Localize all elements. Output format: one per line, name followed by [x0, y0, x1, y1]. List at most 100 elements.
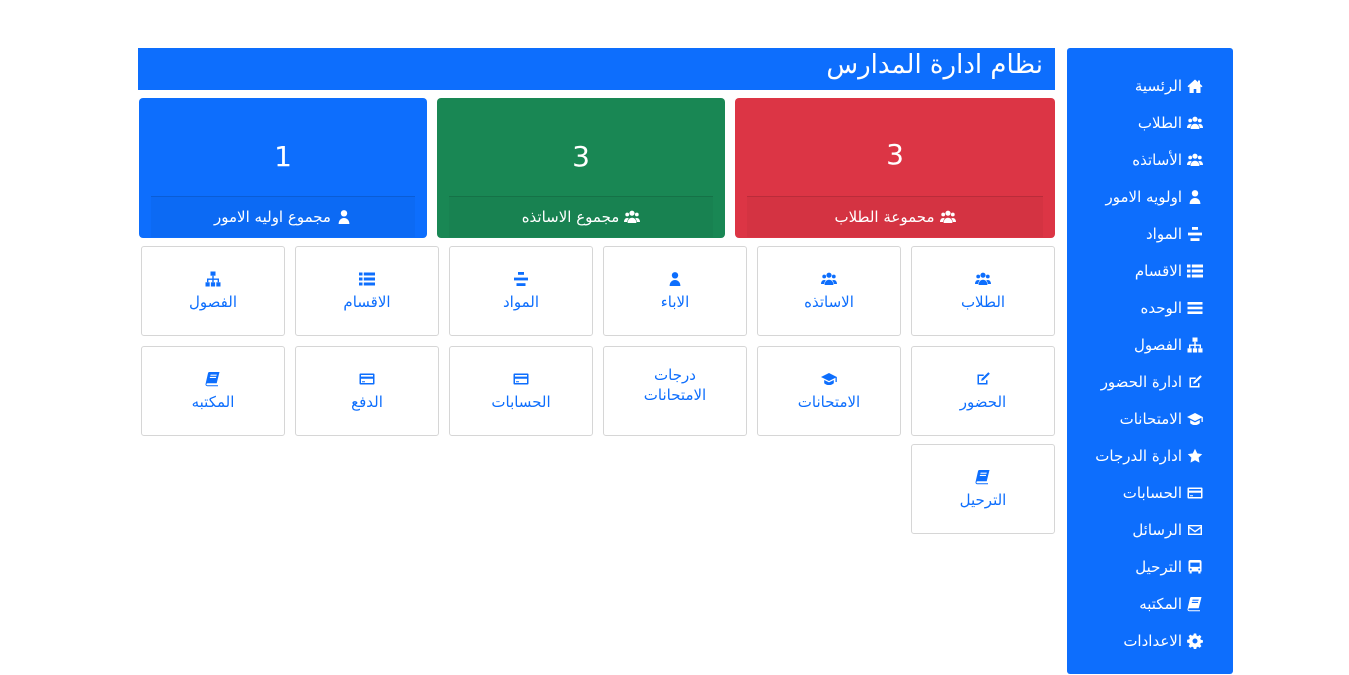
tile-label: الاقسام — [343, 292, 391, 311]
sidebar-item-label: المكتبه — [1139, 594, 1182, 613]
sidebar-item-label: الرئسية — [1134, 76, 1182, 95]
credit-card-icon — [359, 371, 375, 387]
tile-exams[interactable]: الامتحانات — [757, 346, 901, 436]
tile-parents[interactable]: الاباء — [603, 246, 747, 336]
tile-exam-grades[interactable]: درجات الامتحانات — [603, 346, 747, 436]
stat-card-footer: مجموع اوليه الامور — [151, 196, 415, 237]
tile-label: الفصول — [189, 292, 237, 311]
sidebar-item-transport[interactable]: الترحيل — [1067, 548, 1233, 585]
sidebar-item-teachers[interactable]: الأساتذه — [1067, 141, 1233, 178]
user-icon — [336, 209, 352, 225]
sidebar-item-label: الامتحانات — [1119, 409, 1182, 428]
gear-icon — [1187, 633, 1203, 649]
parents-stat-card: 1 مجموع اوليه الامور — [139, 98, 427, 238]
tile-label: المواد — [502, 292, 539, 311]
credit-card-icon — [513, 371, 529, 387]
sidebar-item-students[interactable]: الطلاب — [1067, 104, 1233, 141]
sidebar-item-settings[interactable]: الاعدادات — [1067, 622, 1233, 659]
sidebar-item-label: ادارة الدرجات — [1095, 446, 1182, 465]
tile-payment[interactable]: الدفع — [295, 346, 439, 436]
tile-classes[interactable]: الفصول — [141, 246, 285, 336]
sidebar-item-parents[interactable]: اولويه الامور — [1067, 178, 1233, 215]
bus-icon — [1187, 559, 1203, 575]
sidebar-item-library[interactable]: المكتبه — [1067, 585, 1233, 622]
stat-card-footer: مجموع الاساتذه — [449, 196, 713, 237]
graduation-cap-icon — [821, 371, 837, 387]
users-icon — [1187, 152, 1203, 168]
students-stat-card: 3 محموعة الطلاب — [735, 98, 1055, 238]
list-icon — [1187, 263, 1203, 279]
tile-library[interactable]: المكتبه — [141, 346, 285, 436]
user-icon — [1187, 189, 1203, 205]
tile-subjects[interactable]: المواد — [449, 246, 593, 336]
sidebar-item-subjects[interactable]: المواد — [1067, 215, 1233, 252]
tile-label: الدفع — [351, 392, 383, 411]
sitemap-icon — [1187, 337, 1203, 353]
tile-label: المكتبه — [191, 392, 235, 411]
sidebar-item-label: الترحيل — [1135, 557, 1182, 576]
book-icon — [1187, 596, 1203, 612]
tile-label: الترحيل — [959, 490, 1007, 509]
bars-icon — [1187, 300, 1203, 316]
graduation-cap-icon — [1187, 411, 1203, 427]
teachers-stat-card: 3 مجموع الاساتذه — [437, 98, 725, 238]
sidebar-item-label: الأساتذه — [1132, 150, 1182, 169]
sidebar-item-departments[interactable]: الاقسام — [1067, 252, 1233, 289]
subjects-icon — [1187, 226, 1203, 242]
page-header: نظام ادارة المدارس — [138, 48, 1055, 90]
user-icon — [667, 271, 683, 287]
stat-card-footer: محموعة الطلاب — [747, 196, 1043, 237]
tile-transport[interactable]: الترحيل — [911, 444, 1055, 534]
stat-card-label: مجموع اوليه الامور — [214, 208, 331, 226]
tile-label: الاباء — [660, 292, 690, 311]
sidebar-item-exams[interactable]: الامتحانات — [1067, 400, 1233, 437]
students-count: 3 — [886, 138, 904, 171]
stat-card-label: مجموع الاساتذه — [521, 208, 620, 226]
tile-accounts[interactable]: الحسابات — [449, 346, 593, 436]
envelope-icon — [1187, 522, 1203, 538]
users-icon — [821, 271, 837, 287]
sidebar-item-label: الفصول — [1134, 335, 1182, 354]
sitemap-icon — [205, 271, 221, 287]
tile-label: الحضور — [959, 392, 1007, 411]
star-icon — [1187, 448, 1203, 464]
users-icon — [624, 209, 640, 225]
sidebar-item-label: الاعدادات — [1123, 631, 1182, 650]
tile-departments[interactable]: الاقسام — [295, 246, 439, 336]
sidebar-item-attendance[interactable]: ادارة الحضور — [1067, 363, 1233, 400]
edit-icon — [1187, 374, 1203, 390]
teachers-count: 3 — [572, 140, 590, 173]
tile-label: الطلاب — [960, 292, 1006, 311]
sidebar-item-label: اولويه الامور — [1105, 187, 1182, 206]
book-icon — [205, 371, 221, 387]
tile-label: الحسابات — [491, 392, 551, 411]
tile-label: درجات الامتحانات — [643, 366, 707, 404]
sidebar-item-grades[interactable]: ادارة الدرجات — [1067, 437, 1233, 474]
credit-card-icon — [1187, 485, 1203, 501]
sidebar-item-label: الحسابات — [1122, 483, 1182, 502]
home-icon — [1187, 78, 1203, 94]
book-icon — [975, 469, 991, 485]
sidebar-item-label: الرسائل — [1132, 520, 1182, 539]
edit-icon — [975, 371, 991, 387]
sidebar-item-label: الوحده — [1140, 298, 1183, 317]
list-icon — [359, 271, 375, 287]
sidebar-item-classes[interactable]: الفصول — [1067, 326, 1233, 363]
sidebar-item-label: المواد — [1145, 224, 1182, 243]
users-icon — [940, 209, 956, 225]
sidebar-item-label: ادارة الحضور — [1100, 372, 1182, 391]
page-title: نظام ادارة المدارس — [826, 50, 1043, 80]
tile-students[interactable]: الطلاب — [911, 246, 1055, 336]
sidebar-item-units[interactable]: الوحده — [1067, 289, 1233, 326]
tile-label: الامتحانات — [797, 392, 861, 411]
tile-teachers[interactable]: الاساتذه — [757, 246, 901, 336]
tile-attendance[interactable]: الحضور — [911, 346, 1055, 436]
sidebar: الرئسية الطلاب الأساتذه اولويه الامور ال… — [1067, 48, 1233, 674]
sidebar-item-home[interactable]: الرئسية — [1067, 67, 1233, 104]
users-icon — [975, 271, 991, 287]
sidebar-item-label: الاقسام — [1134, 261, 1182, 280]
sidebar-item-messages[interactable]: الرسائل — [1067, 511, 1233, 548]
sidebar-item-accounts[interactable]: الحسابات — [1067, 474, 1233, 511]
users-icon — [1187, 115, 1203, 131]
stat-card-label: محموعة الطلاب — [834, 208, 935, 226]
